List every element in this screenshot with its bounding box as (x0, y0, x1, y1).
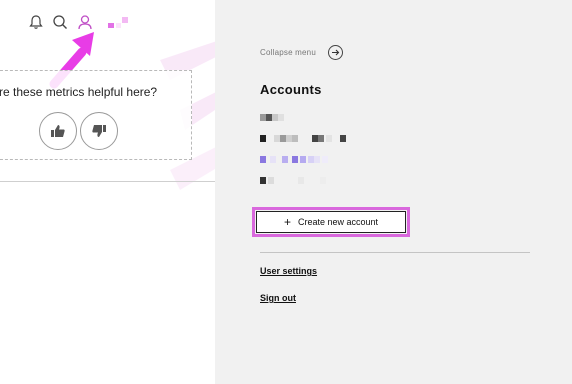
accounts-heading: Accounts (260, 82, 322, 97)
feedback-question: Are these metrics helpful here? (0, 85, 158, 99)
account-item-2[interactable] (260, 135, 350, 143)
metrics-feedback-card: Are these metrics helpful here? (0, 70, 192, 160)
menu-divider (260, 252, 530, 253)
account-item-1[interactable] (260, 114, 290, 122)
create-new-account-label: Create new account (297, 217, 379, 227)
user-settings-link[interactable]: User settings (260, 266, 317, 276)
background-page: Are these metrics helpful here? (0, 0, 215, 384)
account-menu-panel: Collapse menu Accounts + Create new acco… (215, 0, 572, 384)
create-new-account-button[interactable]: + Create new account (252, 207, 410, 237)
section-divider (0, 181, 215, 182)
account-item-4[interactable] (260, 177, 330, 185)
thumbs-down-icon (92, 125, 106, 137)
sign-out-link[interactable]: Sign out (260, 293, 296, 303)
arrow-right-circle-icon (327, 45, 343, 60)
plus-icon: + (283, 215, 291, 229)
collapse-menu-label: Collapse menu (260, 48, 316, 57)
thumbs-up-button[interactable] (39, 112, 77, 150)
account-item-3[interactable] (260, 156, 340, 164)
thumbs-up-icon (51, 125, 65, 137)
redacted-username (108, 17, 132, 29)
thumbs-down-button[interactable] (80, 112, 118, 150)
collapse-menu-button[interactable]: Collapse menu (260, 45, 343, 60)
bell-icon[interactable] (28, 14, 44, 30)
